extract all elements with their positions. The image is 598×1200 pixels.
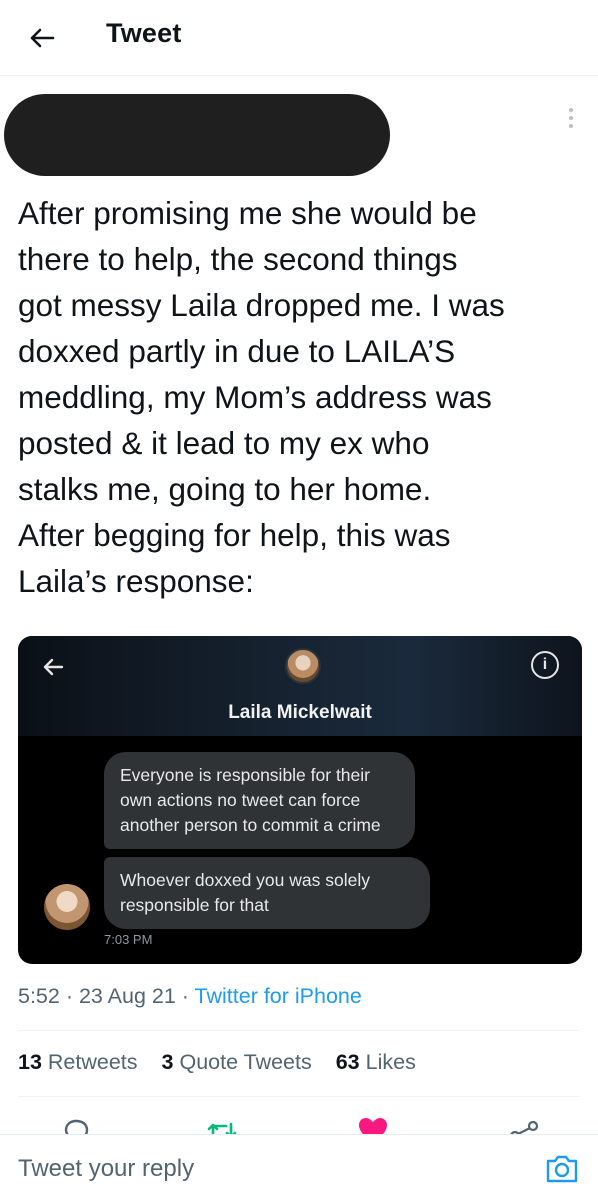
dm-timestamp: 7:03 PM: [104, 932, 153, 947]
info-icon: i: [531, 651, 559, 679]
likes-stat[interactable]: 63 Likes: [336, 1050, 416, 1074]
tweet-time: 5:52: [18, 984, 60, 1008]
reply-input[interactable]: Tweet your reply: [18, 1155, 194, 1183]
tweet-date: 23 Aug 21: [78, 984, 176, 1008]
top-bar: Tweet: [0, 0, 598, 76]
more-button[interactable]: [560, 104, 582, 132]
reply-button[interactable]: [60, 1116, 96, 1136]
more-icon: [569, 108, 573, 112]
camera-button[interactable]: [544, 1153, 580, 1185]
share-button[interactable]: [506, 1116, 542, 1136]
retweet-icon: [207, 1122, 237, 1136]
camera-icon: [546, 1155, 578, 1183]
tweet-media[interactable]: Laila Mickelwait i Everyone is responsib…: [18, 636, 582, 964]
dm-contact-name: Laila Mickelwait: [228, 702, 372, 723]
quote-tweets-stat[interactable]: 3 Quote Tweets: [162, 1050, 312, 1074]
back-button[interactable]: [22, 18, 62, 58]
action-bar: [0, 1110, 598, 1136]
tweet-meta: 5:52 · 23 Aug 21 · Twitter for iPhone: [18, 984, 362, 1008]
dm-header: Laila Mickelwait i: [18, 636, 582, 736]
reply-icon: [64, 1119, 89, 1136]
tweet-text: After promising me she would be there to…: [18, 195, 505, 599]
reply-bar: Tweet your reply: [0, 1134, 598, 1200]
like-icon: [359, 1118, 387, 1136]
dm-sender-avatar: [44, 884, 90, 930]
dm-back-arrow-icon: [43, 658, 64, 676]
back-arrow-icon: [30, 28, 55, 48]
dm-message: Everyone is responsible for their own ac…: [104, 752, 415, 849]
divider: [18, 1030, 580, 1031]
retweet-button[interactable]: [204, 1116, 240, 1136]
retweets-stat[interactable]: 13 Retweets: [18, 1050, 138, 1074]
tweet-source-link[interactable]: Twitter for iPhone: [195, 984, 362, 1008]
dm-message: Whoever doxxed you was solely responsibl…: [104, 857, 430, 929]
tweet-stats: 13 Retweets 3 Quote Tweets 63 Likes: [18, 1050, 434, 1075]
page-title: Tweet: [106, 18, 182, 48]
dm-contact-avatar: [285, 648, 321, 684]
divider: [18, 1096, 580, 1097]
share-icon: [509, 1120, 539, 1136]
redacted-author: [4, 94, 390, 176]
like-button[interactable]: [356, 1116, 392, 1136]
